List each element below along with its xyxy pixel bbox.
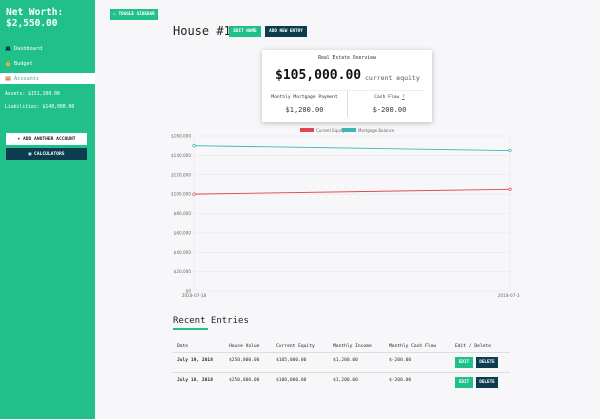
laptop-icon xyxy=(5,46,11,51)
building-icon xyxy=(5,76,11,81)
series-line xyxy=(193,145,511,151)
cell-date: July 19, 2018 xyxy=(177,358,213,363)
x-tick-label: 2018-07-18 xyxy=(182,293,207,298)
legend-swatch xyxy=(342,128,356,132)
y-tick-label: $60,000 xyxy=(174,230,192,235)
y-tick-label: $40,000 xyxy=(174,250,192,255)
y-tick-label: $80,000 xyxy=(174,211,192,216)
cell-house-value: $250,000.00 xyxy=(229,358,260,363)
series-line xyxy=(193,188,511,195)
calculators-button[interactable]: ▦ CALCULATORS xyxy=(6,148,87,160)
delete-entry-button[interactable]: DELETE xyxy=(476,377,498,388)
column-header-income: Monthly Income xyxy=(333,344,372,349)
net-worth-value: $2,550.00 xyxy=(6,18,58,29)
column-header-cashflow: Monthly Cash Flow xyxy=(389,344,437,349)
cell-income: $1,200.00 xyxy=(333,378,358,383)
legend-swatch xyxy=(300,128,314,132)
add-account-button[interactable]: + ADD ANOTHER ACCOUNT xyxy=(6,133,87,145)
equity-chart: $160,000 $140,000 $120,000 $100,000 $80,000 $… xyxy=(171,128,520,298)
x-tick-label: 2018-07-19 xyxy=(498,293,520,298)
toggle-sidebar-button[interactable]: ⇐ TOGGLE SIDEBAR xyxy=(110,9,158,20)
mortgage-value: $1,200.00 xyxy=(285,106,324,114)
sidebar-item-accounts[interactable]: Accounts xyxy=(0,73,95,84)
y-tick-label: $160,000 xyxy=(171,134,191,139)
net-worth-label: Net Worth: xyxy=(6,7,64,18)
cashflow-value: $-200.00 xyxy=(372,106,407,114)
edit-name-button[interactable]: EDIT NAME xyxy=(229,26,261,37)
edit-entry-button[interactable]: EDIT xyxy=(455,357,473,368)
liabilities-summary: Liabilities: $148,000.00 xyxy=(5,105,75,110)
delete-entry-button[interactable]: DELETE xyxy=(476,357,498,368)
title-underline xyxy=(173,328,208,330)
y-tick-label: $100,000 xyxy=(171,192,191,197)
legend-label: Current Equity xyxy=(316,128,346,133)
sidebar-item-label: Budget xyxy=(14,60,33,67)
y-tick-label: $20,000 xyxy=(174,269,192,274)
assets-summary: Assets: $151,100.00 xyxy=(5,92,60,97)
equity-subtitle: current equity xyxy=(365,74,420,82)
column-header-date: Date xyxy=(177,344,189,349)
cell-cashflow: $-200.00 xyxy=(389,358,412,363)
sidebar-item-label: Dashboard xyxy=(14,45,43,52)
add-new-entry-button[interactable]: ADD NEW ENTRY xyxy=(265,26,307,37)
cell-cashflow: $-200.00 xyxy=(389,378,412,383)
cashflow-cell: Cash Flow ? $-200.00 xyxy=(347,95,432,114)
data-point xyxy=(192,144,196,148)
cell-house-value: $250,000.00 xyxy=(229,378,260,383)
mortgage-cell: Monthly Mortgage Payment $1,200.00 xyxy=(262,95,347,114)
table-header-divider xyxy=(173,352,510,353)
info-icon[interactable]: ? xyxy=(402,95,405,100)
edit-entry-button[interactable]: EDIT xyxy=(455,377,473,388)
data-point xyxy=(508,148,512,153)
data-point xyxy=(192,192,196,196)
data-point xyxy=(508,187,512,191)
equity-value: $105,000.00 xyxy=(275,68,362,83)
row-divider xyxy=(173,372,510,373)
page-title: House #1 xyxy=(173,24,231,38)
lock-icon xyxy=(6,61,10,66)
cell-income: $1,200.00 xyxy=(333,358,358,363)
sidebar: Net Worth: $2,550.00 Dashboard Budget Ac… xyxy=(0,0,95,419)
cell-equity: $105,000.00 xyxy=(276,358,307,363)
y-tick-label: $120,000 xyxy=(171,172,191,177)
cashflow-label: Cash Flow xyxy=(374,95,400,100)
cashflow-label-row: Cash Flow ? xyxy=(347,95,432,100)
cell-date: July 18, 2018 xyxy=(177,378,213,383)
sidebar-item-label: Accounts xyxy=(14,75,39,82)
y-tick-label: $140,000 xyxy=(171,153,191,158)
column-header-house-value: House Value xyxy=(229,344,260,349)
legend-label: Mortgage Balance xyxy=(358,128,395,133)
sidebar-item-dashboard[interactable]: Dashboard xyxy=(0,43,95,54)
overview-title: Real Estate Overview xyxy=(318,56,376,61)
column-header-equity: Current Equity xyxy=(276,344,315,349)
column-header-actions: Edit / Delete xyxy=(455,344,491,349)
sidebar-item-budget[interactable]: Budget xyxy=(0,58,95,69)
recent-entries-title: Recent Entries xyxy=(173,316,249,326)
overview-card: Real Estate Overview $105,000.00 current… xyxy=(262,50,432,122)
cell-equity: $100,000.00 xyxy=(276,378,307,383)
mortgage-label: Monthly Mortgage Payment xyxy=(271,95,338,100)
